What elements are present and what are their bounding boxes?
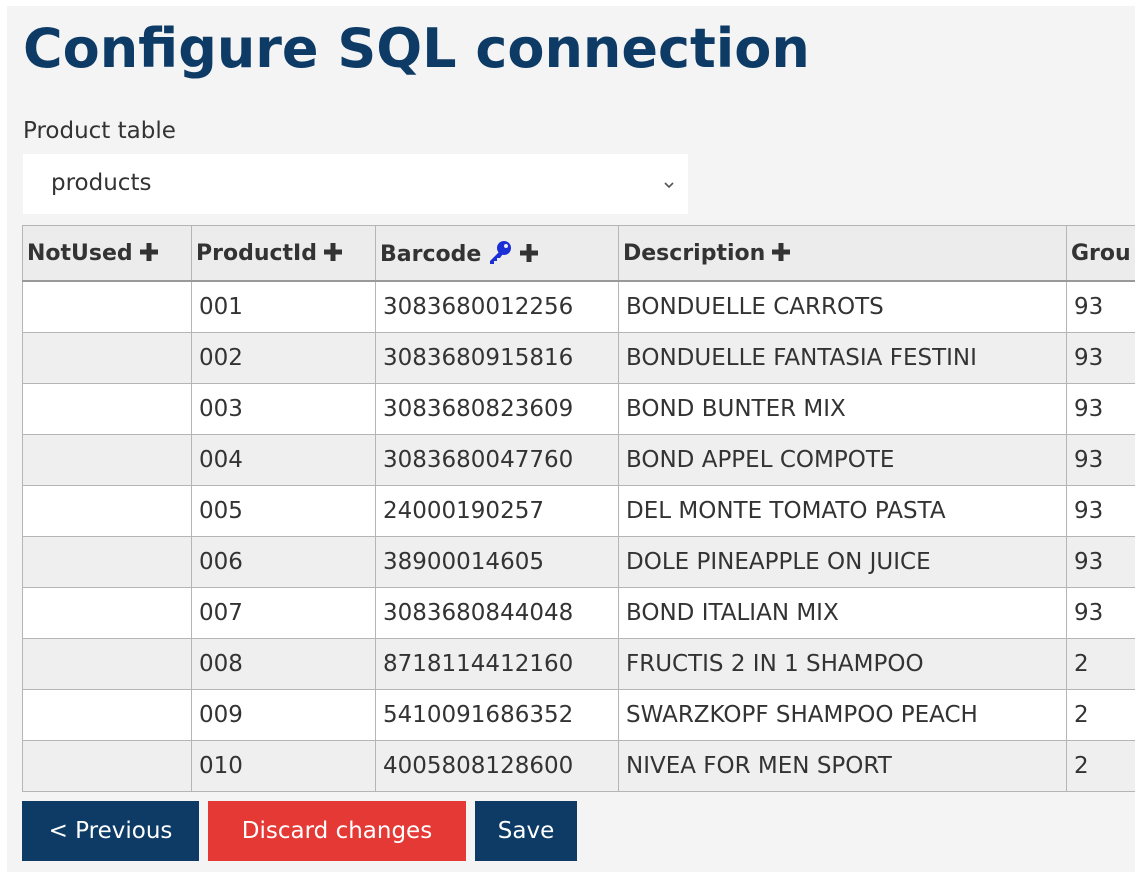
mapping-table-container: NotUsed ProductId Barcode Description Grou 0… (22, 225, 1135, 799)
cell-productid: 008 (191, 638, 376, 690)
cell-barcode: 3083680915816 (375, 332, 619, 384)
cell-barcode: 3083680844048 (375, 587, 619, 639)
table-header-row: NotUsed ProductId Barcode Description Grou (22, 225, 1135, 282)
cell-description: FRUCTIS 2 IN 1 SHAMPOO (618, 638, 1067, 690)
cell-barcode: 3083680012256 (375, 280, 619, 333)
column-header-label: NotUsed (27, 240, 133, 266)
table-row: 009 5410091686352 SWARZKOPF SHAMPOO PEACH 2 (22, 689, 1135, 741)
chevron-down-icon (664, 182, 674, 189)
column-header: Grou (1066, 225, 1135, 282)
cell-notused (22, 434, 192, 486)
product-table-select[interactable]: products (23, 154, 688, 214)
cell-productid: 010 (191, 740, 376, 792)
cell-group: 93 (1066, 280, 1135, 333)
discard-changes-button[interactable]: Discard changes (208, 801, 466, 861)
column-header: NotUsed (22, 225, 192, 282)
previous-button[interactable]: < Previous (22, 801, 199, 861)
table-row: 005 24000190257 DEL MONTE TOMATO PASTA 93 (22, 485, 1135, 537)
cell-productid: 007 (191, 587, 376, 639)
cell-group: 93 (1066, 383, 1135, 435)
cell-notused (22, 383, 192, 435)
cell-barcode: 8718114412160 (375, 638, 619, 690)
cell-barcode: 3083680823609 (375, 383, 619, 435)
plus-icon[interactable] (139, 242, 159, 262)
cell-notused (22, 587, 192, 639)
table-row: 003 3083680823609 BOND BUNTER MIX 93 (22, 383, 1135, 435)
table-row: 010 4005808128600 NIVEA FOR MEN SPORT 2 (22, 740, 1135, 792)
cell-notused (22, 740, 192, 792)
plus-icon[interactable] (323, 242, 343, 262)
plus-icon[interactable] (519, 243, 539, 263)
cell-productid: 005 (191, 485, 376, 537)
column-header-label: Barcode (380, 242, 482, 267)
cell-notused (22, 689, 192, 741)
table-row: 002 3083680915816 BONDUELLE FANTASIA FESTI… (22, 332, 1135, 384)
column-header-label: Grou (1071, 240, 1131, 266)
cell-barcode: 38900014605 (375, 536, 619, 588)
cell-productid: 004 (191, 434, 376, 486)
column-header: ProductId (191, 225, 376, 282)
column-header-label: Description (623, 240, 766, 266)
cell-description: BOND BUNTER MIX (618, 383, 1067, 435)
product-table-select-value: products (51, 170, 152, 196)
cell-notused (22, 332, 192, 384)
cell-productid: 006 (191, 536, 376, 588)
cell-group: 93 (1066, 434, 1135, 486)
table-row: 007 3083680844048 BOND ITALIAN MIX 93 (22, 587, 1135, 639)
cell-description: BONDUELLE FANTASIA FESTINI (618, 332, 1067, 384)
cell-description: SWARZKOPF SHAMPOO PEACH (618, 689, 1067, 741)
table-row: 001 3083680012256 BONDUELLE CARROTS 93 (22, 280, 1135, 333)
cell-barcode: 3083680047760 (375, 434, 619, 486)
table-row: 008 8718114412160 FRUCTIS 2 IN 1 SHAMPOO 2 (22, 638, 1135, 690)
table-row: 004 3083680047760 BOND APPEL COMPOTE 93 (22, 434, 1135, 486)
cell-productid: 001 (191, 280, 376, 333)
cell-productid: 009 (191, 689, 376, 741)
column-header: Description (618, 225, 1067, 282)
cell-group: 2 (1066, 689, 1135, 741)
column-header-label: ProductId (196, 240, 317, 266)
cell-notused (22, 638, 192, 690)
mapping-table: NotUsed ProductId Barcode Description Grou 0… (22, 225, 1135, 792)
table-body: 001 3083680012256 BONDUELLE CARROTS 93 002 30… (22, 280, 1135, 792)
cell-notused (22, 485, 192, 537)
save-button[interactable]: Save (475, 801, 577, 861)
cell-notused (22, 280, 192, 333)
table-row: 006 38900014605 DOLE PINEAPPLE ON JUICE 93 (22, 536, 1135, 588)
cell-notused (22, 536, 192, 588)
key-icon (490, 241, 512, 264)
cell-description: BOND ITALIAN MIX (618, 587, 1067, 639)
cell-description: BONDUELLE CARROTS (618, 280, 1067, 333)
page: Configure SQL connection Product table p… (7, 6, 1135, 872)
cell-group: 93 (1066, 485, 1135, 537)
cell-group: 93 (1066, 536, 1135, 588)
cell-description: DOLE PINEAPPLE ON JUICE (618, 536, 1067, 588)
cell-barcode: 24000190257 (375, 485, 619, 537)
cell-group: 93 (1066, 587, 1135, 639)
column-header: Barcode (375, 225, 619, 282)
cell-productid: 002 (191, 332, 376, 384)
cell-barcode: 5410091686352 (375, 689, 619, 741)
product-table-label: Product table (23, 118, 176, 144)
plus-icon[interactable] (771, 242, 791, 262)
cell-description: NIVEA FOR MEN SPORT (618, 740, 1067, 792)
cell-description: DEL MONTE TOMATO PASTA (618, 485, 1067, 537)
cell-group: 2 (1066, 638, 1135, 690)
page-title: Configure SQL connection (23, 17, 810, 80)
cell-barcode: 4005808128600 (375, 740, 619, 792)
cell-group: 93 (1066, 332, 1135, 384)
cell-description: BOND APPEL COMPOTE (618, 434, 1067, 486)
cell-group: 2 (1066, 740, 1135, 792)
cell-productid: 003 (191, 383, 376, 435)
